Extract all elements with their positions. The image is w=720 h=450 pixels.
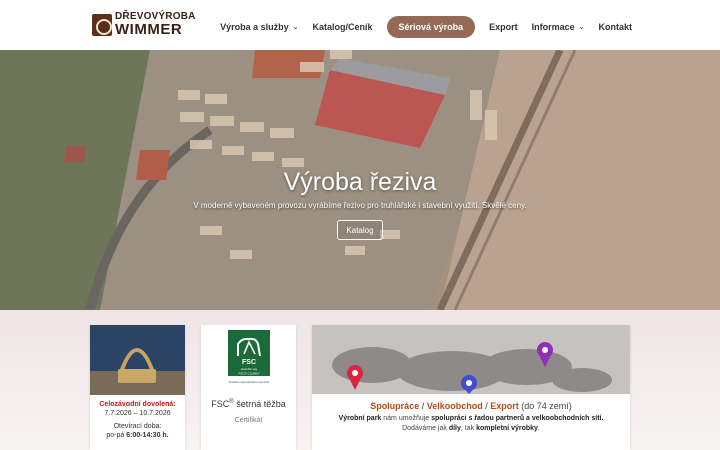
holiday-dates: 7.7.2026 – 10.7.2026 bbox=[104, 410, 171, 417]
hero-banner: Výroba řeziva V moderně vybaveném provoz… bbox=[0, 50, 720, 310]
cooperation-description: Výrobní park nám umožňuje spolupráci s ř… bbox=[338, 415, 604, 432]
site-header: DŘEVOVÝROBA WIMMER Výroba a služby ⌄ Kata… bbox=[0, 0, 720, 50]
nav-button-seriova-vyroba[interactable]: Sériová výroba bbox=[386, 16, 476, 38]
hero-katalog-button[interactable]: Katalog bbox=[337, 220, 383, 240]
fsc-card[interactable]: FSC www.fsc.org FSC® C118307 Značka odpo… bbox=[201, 325, 296, 450]
basket-image bbox=[90, 325, 185, 395]
main-nav: Výroba a služby ⌄ Katalog/Ceník Sériová v… bbox=[206, 16, 632, 38]
logo-line2: WIMMER bbox=[115, 21, 183, 38]
nav-item-katalog[interactable]: Katalog/Ceník bbox=[313, 22, 373, 32]
world-map-image bbox=[312, 325, 630, 394]
fsc-title: FSC® šetrná těžba bbox=[211, 399, 286, 409]
nav-item-kontakt[interactable]: Kontakt bbox=[599, 22, 633, 32]
nav-item-informace[interactable]: Informace ⌄ bbox=[532, 22, 585, 32]
fsc-logo-icon: FSC www.fsc.org FSC® C118307 Značka odpo… bbox=[228, 330, 270, 384]
info-cards: Celozávodní dovolená: 7.7.2026 – 10.7.20… bbox=[0, 310, 720, 450]
nav-item-export[interactable]: Export bbox=[489, 22, 518, 32]
cooperation-title: Spolupráce / Velkoobchod / Export (do 74… bbox=[370, 401, 572, 411]
fsc-logo-caption: Značka odpovědného lesnictví bbox=[229, 380, 270, 384]
cooperation-card[interactable]: Spolupráce / Velkoobchod / Export (do 74… bbox=[312, 325, 630, 450]
basket-photo bbox=[90, 325, 185, 395]
logo-mark-icon bbox=[92, 13, 112, 36]
opening-hours-value: po-pá 6:00-14:30 h. bbox=[106, 432, 169, 439]
fsc-logo-url: www.fsc.org bbox=[241, 367, 258, 371]
fsc-logo-text: FSC bbox=[242, 359, 256, 366]
hero-subtitle: V moderně vybaveném provozu vyrábíme řez… bbox=[193, 201, 527, 210]
holiday-card[interactable]: Celozávodní dovolená: 7.7.2026 – 10.7.20… bbox=[90, 325, 185, 450]
chevron-down-icon: ⌄ bbox=[292, 24, 299, 31]
chevron-down-icon: ⌄ bbox=[578, 24, 585, 31]
opening-hours-label: Otevírací doba: bbox=[113, 423, 162, 430]
nav-item-vyroba[interactable]: Výroba a služby ⌄ bbox=[220, 22, 298, 32]
fsc-subtitle: Certifikát bbox=[234, 417, 263, 424]
holiday-title: Celozávodní dovolená: bbox=[99, 401, 176, 408]
fsc-logo-code: FSC® C118307 bbox=[239, 372, 260, 376]
logo[interactable]: DŘEVOVÝROBA WIMMER bbox=[92, 12, 196, 37]
hero-title: Výroba řeziva bbox=[283, 168, 437, 196]
